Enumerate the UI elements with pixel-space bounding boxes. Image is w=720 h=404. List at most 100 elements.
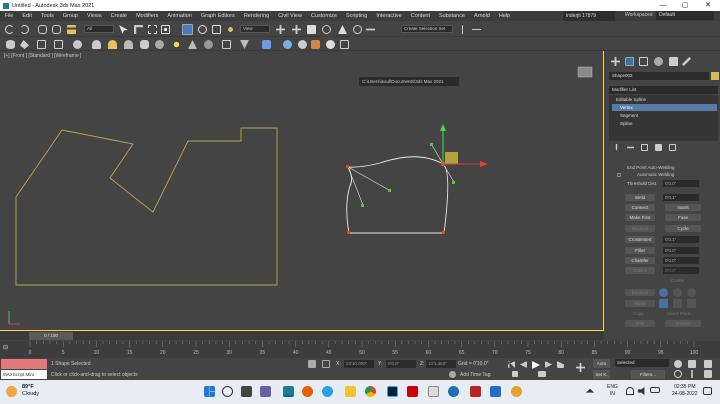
wifi-icon[interactable]: [626, 387, 634, 395]
unlink-icon[interactable]: [52, 25, 61, 34]
fuse-button[interactable]: Fuse: [665, 214, 701, 221]
menu-help[interactable]: Help: [494, 13, 514, 19]
insert-button[interactable]: Insert: [665, 204, 701, 211]
maxscript-mini-listener[interactable]: MAXScript Mini: [1, 370, 47, 379]
handle-2[interactable]: [361, 204, 364, 207]
menu-rendering[interactable]: Rendering: [239, 13, 273, 19]
selection-filter-dropdown[interactable]: All: [84, 25, 114, 33]
crossinsert-field[interactable]: 0'0.1": [663, 236, 699, 243]
word-icon[interactable]: [490, 386, 501, 397]
half-sphere-icon[interactable]: [124, 40, 133, 49]
task-view-icon[interactable]: [241, 386, 252, 397]
extend-button[interactable]: Extend: [665, 320, 701, 327]
a360-icon[interactable]: [326, 40, 335, 49]
helper-icon[interactable]: [188, 40, 197, 49]
x-coordinate-field[interactable]: 23'10.000": [344, 360, 374, 368]
time-slider-track[interactable]: [0, 331, 604, 340]
zoom-extents-icon[interactable]: [688, 360, 696, 368]
app-icon-generic[interactable]: [428, 386, 439, 397]
automatic-welding-checkbox[interactable]: [617, 173, 621, 177]
handle-4[interactable]: [452, 181, 455, 184]
set-key-button[interactable]: Set K.: [593, 370, 610, 379]
transform-mode-icon[interactable]: [322, 360, 330, 368]
menu-scripting[interactable]: Scripting: [341, 13, 371, 19]
add-time-tag[interactable]: Add Time Tag: [460, 372, 490, 378]
render-production-icon[interactable]: [240, 40, 249, 49]
stack-editable-spline[interactable]: Editable Spline: [612, 96, 717, 103]
3ds-max-taskbar-icon[interactable]: [283, 386, 294, 397]
display-tab-icon[interactable]: [669, 57, 678, 66]
align-icon[interactable]: [472, 29, 481, 30]
go-to-start-icon[interactable]: [508, 361, 515, 368]
track-bar[interactable]: 0 5 10 15 20 25 30 35 40 45 50 55 60 65 70 75 80 85 90 95 10…: [0, 341, 720, 358]
workspace-dropdown[interactable]: Default: [656, 11, 714, 20]
battery-icon[interactable]: [650, 387, 660, 393]
key-filter-dropdown[interactable]: Selected: [615, 359, 669, 367]
viewcube[interactable]: [577, 66, 593, 78]
threshold-field[interactable]: 0'0.0": [663, 180, 699, 187]
weather-widget[interactable]: 89°F Cloudy: [22, 384, 39, 398]
select-and-place-icon[interactable]: [226, 25, 235, 34]
menu-modifiers[interactable]: Modifiers: [132, 13, 163, 19]
key-mode-icon[interactable]: [512, 371, 518, 377]
mirror-horizontal-icon[interactable]: [659, 299, 668, 308]
redo-icon[interactable]: [20, 25, 29, 34]
boolean-subtract-icon[interactable]: [673, 288, 682, 297]
pin-stack-icon[interactable]: [615, 144, 618, 151]
next-frame-icon[interactable]: [545, 361, 552, 368]
z-coordinate-field[interactable]: 10'1.463": [426, 360, 456, 368]
chat-icon[interactable]: [260, 386, 271, 397]
cloud-render-icon[interactable]: [298, 40, 307, 49]
y-coordinate-field[interactable]: 0'0.0": [386, 360, 416, 368]
undo-icon[interactable]: [5, 25, 14, 34]
file-explorer-icon[interactable]: [345, 386, 356, 397]
cycle-button[interactable]: Cycle: [665, 225, 701, 232]
notification-icon[interactable]: [703, 387, 712, 395]
keyboard-shortcut-icon[interactable]: [307, 25, 316, 34]
render-setup-icon[interactable]: [204, 40, 213, 49]
sphere-icon[interactable]: [73, 40, 82, 49]
configure-sets-icon[interactable]: [669, 144, 676, 151]
weather-icon[interactable]: [6, 386, 17, 397]
object-name-field[interactable]: Shape002: [609, 72, 709, 80]
go-to-end-icon[interactable]: [557, 361, 564, 368]
percent-snap-icon[interactable]: [353, 25, 362, 34]
window-crossing-icon[interactable]: [161, 25, 170, 34]
select-and-move-icon[interactable]: [182, 24, 193, 35]
fillet-button[interactable]: Fillet: [625, 247, 655, 254]
menu-customize[interactable]: Customize: [306, 13, 341, 19]
handle-3[interactable]: [430, 143, 433, 146]
clock[interactable]: 02:35 PM 24-08-2022: [672, 384, 698, 398]
key-filters-button[interactable]: Filters...: [631, 370, 665, 379]
auto-key-button[interactable]: Auto: [593, 359, 610, 368]
user-account-dropdown[interactable]: inderjit 17879: [563, 11, 615, 21]
weld-field[interactable]: 0'0.1": [663, 194, 699, 201]
previous-frame-icon[interactable]: [520, 361, 527, 368]
firefox-icon[interactable]: [302, 386, 313, 397]
volume-icon[interactable]: [638, 387, 645, 395]
start-icon[interactable]: [204, 386, 215, 397]
zoom-icon[interactable]: [674, 360, 682, 368]
chart-icon[interactable]: [311, 40, 320, 49]
boolean-button[interactable]: Boolean: [625, 289, 655, 296]
create-cube-icon[interactable]: [6, 40, 15, 49]
spinner-snap-icon[interactable]: [366, 28, 375, 31]
set-key-icon[interactable]: [576, 363, 585, 372]
time-tag-icon[interactable]: [449, 371, 456, 378]
light-icon[interactable]: [172, 40, 181, 49]
named-selection-sets-dropdown[interactable]: Create Selection Set: [401, 25, 453, 33]
make-first-button[interactable]: Make First: [625, 214, 655, 221]
search-icon[interactable]: [222, 386, 233, 397]
chamfer-field[interactable]: 0'0.0": [663, 257, 699, 264]
open-mini-curve-editor-icon[interactable]: ⊟: [3, 344, 8, 351]
menu-file[interactable]: File: [0, 13, 18, 19]
time-slider-handle[interactable]: 0 / 100: [29, 332, 73, 340]
cylinder-icon[interactable]: [92, 40, 101, 49]
pan-icon[interactable]: [691, 370, 693, 378]
select-and-rotate-icon[interactable]: [198, 25, 207, 34]
language-indicator[interactable]: ENG IN: [607, 384, 618, 398]
utilities-tab-icon[interactable]: [682, 57, 691, 66]
show-end-result-icon[interactable]: [627, 146, 634, 149]
boolean-union-icon[interactable]: [659, 288, 668, 297]
snaps-toggle-icon[interactable]: [322, 25, 331, 34]
